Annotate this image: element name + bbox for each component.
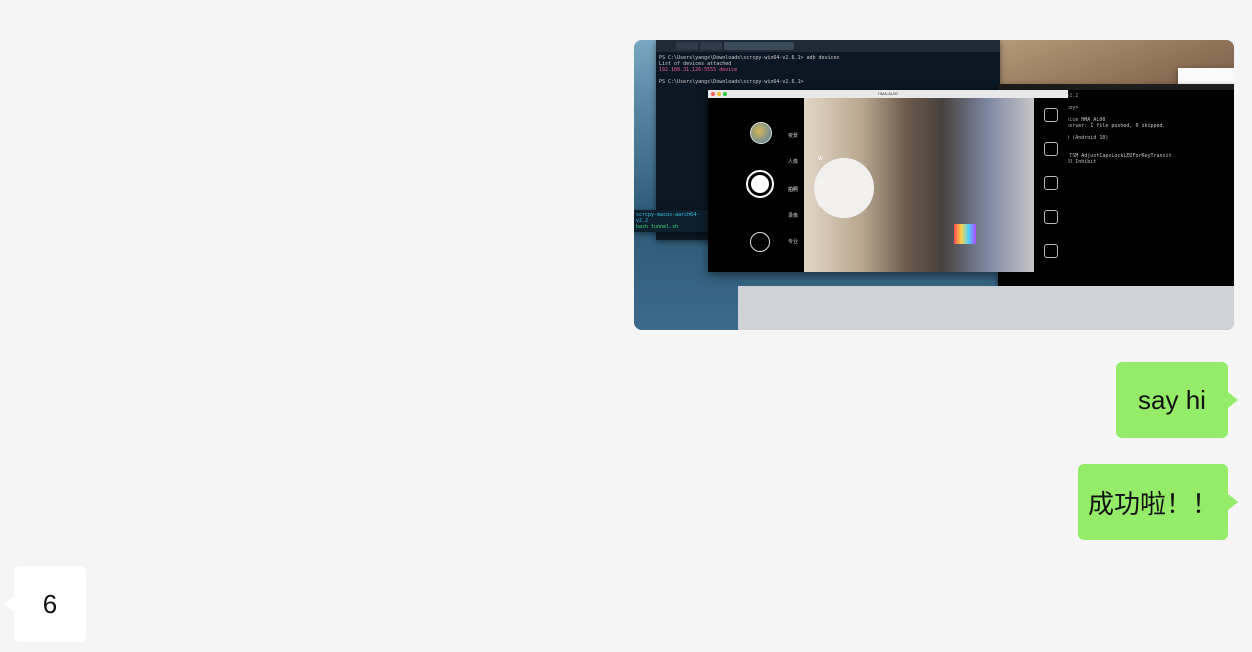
camera-viewfinder: W 1x 2x xyxy=(804,98,1034,272)
outgoing-message-bubble[interactable]: say hi xyxy=(1116,362,1238,438)
flash-icon xyxy=(1044,176,1058,190)
tab xyxy=(724,42,794,50)
camera-settings-bar xyxy=(1034,98,1068,272)
viewfinder-scene xyxy=(954,224,976,244)
gallery-thumbnail xyxy=(750,122,772,144)
settings-icon xyxy=(1044,108,1058,122)
gear-icon xyxy=(1044,244,1058,258)
camera-mode: 夜景 xyxy=(788,133,799,139)
zoom-level: 1x xyxy=(818,180,824,186)
background-app-window xyxy=(738,286,1234,330)
terminal-line: bash tunnel.sh xyxy=(636,224,679,230)
zoom-level: W xyxy=(818,156,823,162)
outgoing-message-bubble[interactable]: 成功啦！！ xyxy=(1078,464,1238,540)
camera-controls: 夜景 人像 拍照 录像 专业 xyxy=(708,98,804,272)
incoming-message-bubble[interactable]: 6 xyxy=(4,566,86,642)
message-text: 成功啦！！ xyxy=(1087,489,1218,520)
tunnel-terminal: scrcpy-macos-aarch64-v2.2 bash tunnel.sh xyxy=(634,210,710,232)
shutter-button xyxy=(746,170,774,198)
camera-mode: 拍照 xyxy=(788,187,799,193)
message-text: 6 xyxy=(42,588,58,619)
camera-mode: 人像 xyxy=(788,159,799,165)
terminal-line: scrcpy-macos-aarch64-v2.2 xyxy=(636,212,700,224)
zoom-level: 2x xyxy=(818,202,824,208)
zoom-dot xyxy=(723,92,727,96)
tab xyxy=(676,42,698,50)
filter-icon xyxy=(1044,142,1058,156)
minimize-dot xyxy=(717,92,721,96)
terminal-line: 192.168.31.126:5555 device xyxy=(659,67,738,73)
camera-mode: 录像 xyxy=(788,213,799,219)
terminal-line: PS C:\Users\yangs\Downloads\scrcpy-win64… xyxy=(659,79,804,85)
message-text: say hi xyxy=(1138,384,1206,415)
ratio-icon xyxy=(1044,210,1058,224)
close-dot xyxy=(711,92,715,96)
image-message[interactable]: PS C:\Users\yangs\Downloads\scrcpy-win64… xyxy=(634,40,1234,330)
camera-mode: 专业 xyxy=(788,239,799,245)
phone-window-titlebar: HMA-AL00 xyxy=(708,90,1068,98)
powershell-tab-bar xyxy=(656,40,1000,52)
viewfinder-scene xyxy=(814,158,874,218)
tab xyxy=(700,42,722,50)
switch-camera-icon xyxy=(750,232,770,252)
powershell-output: PS C:\Users\yangs\Downloads\scrcpy-win64… xyxy=(656,52,1000,88)
camera-mode-list: 夜景 人像 拍照 录像 专业 xyxy=(788,108,802,278)
phone-window-title: HMA-AL00 xyxy=(878,91,898,96)
phone-mirror-window: HMA-AL00 夜景 人像 拍照 录像 专业 W 1x 2x xyxy=(708,90,1068,272)
